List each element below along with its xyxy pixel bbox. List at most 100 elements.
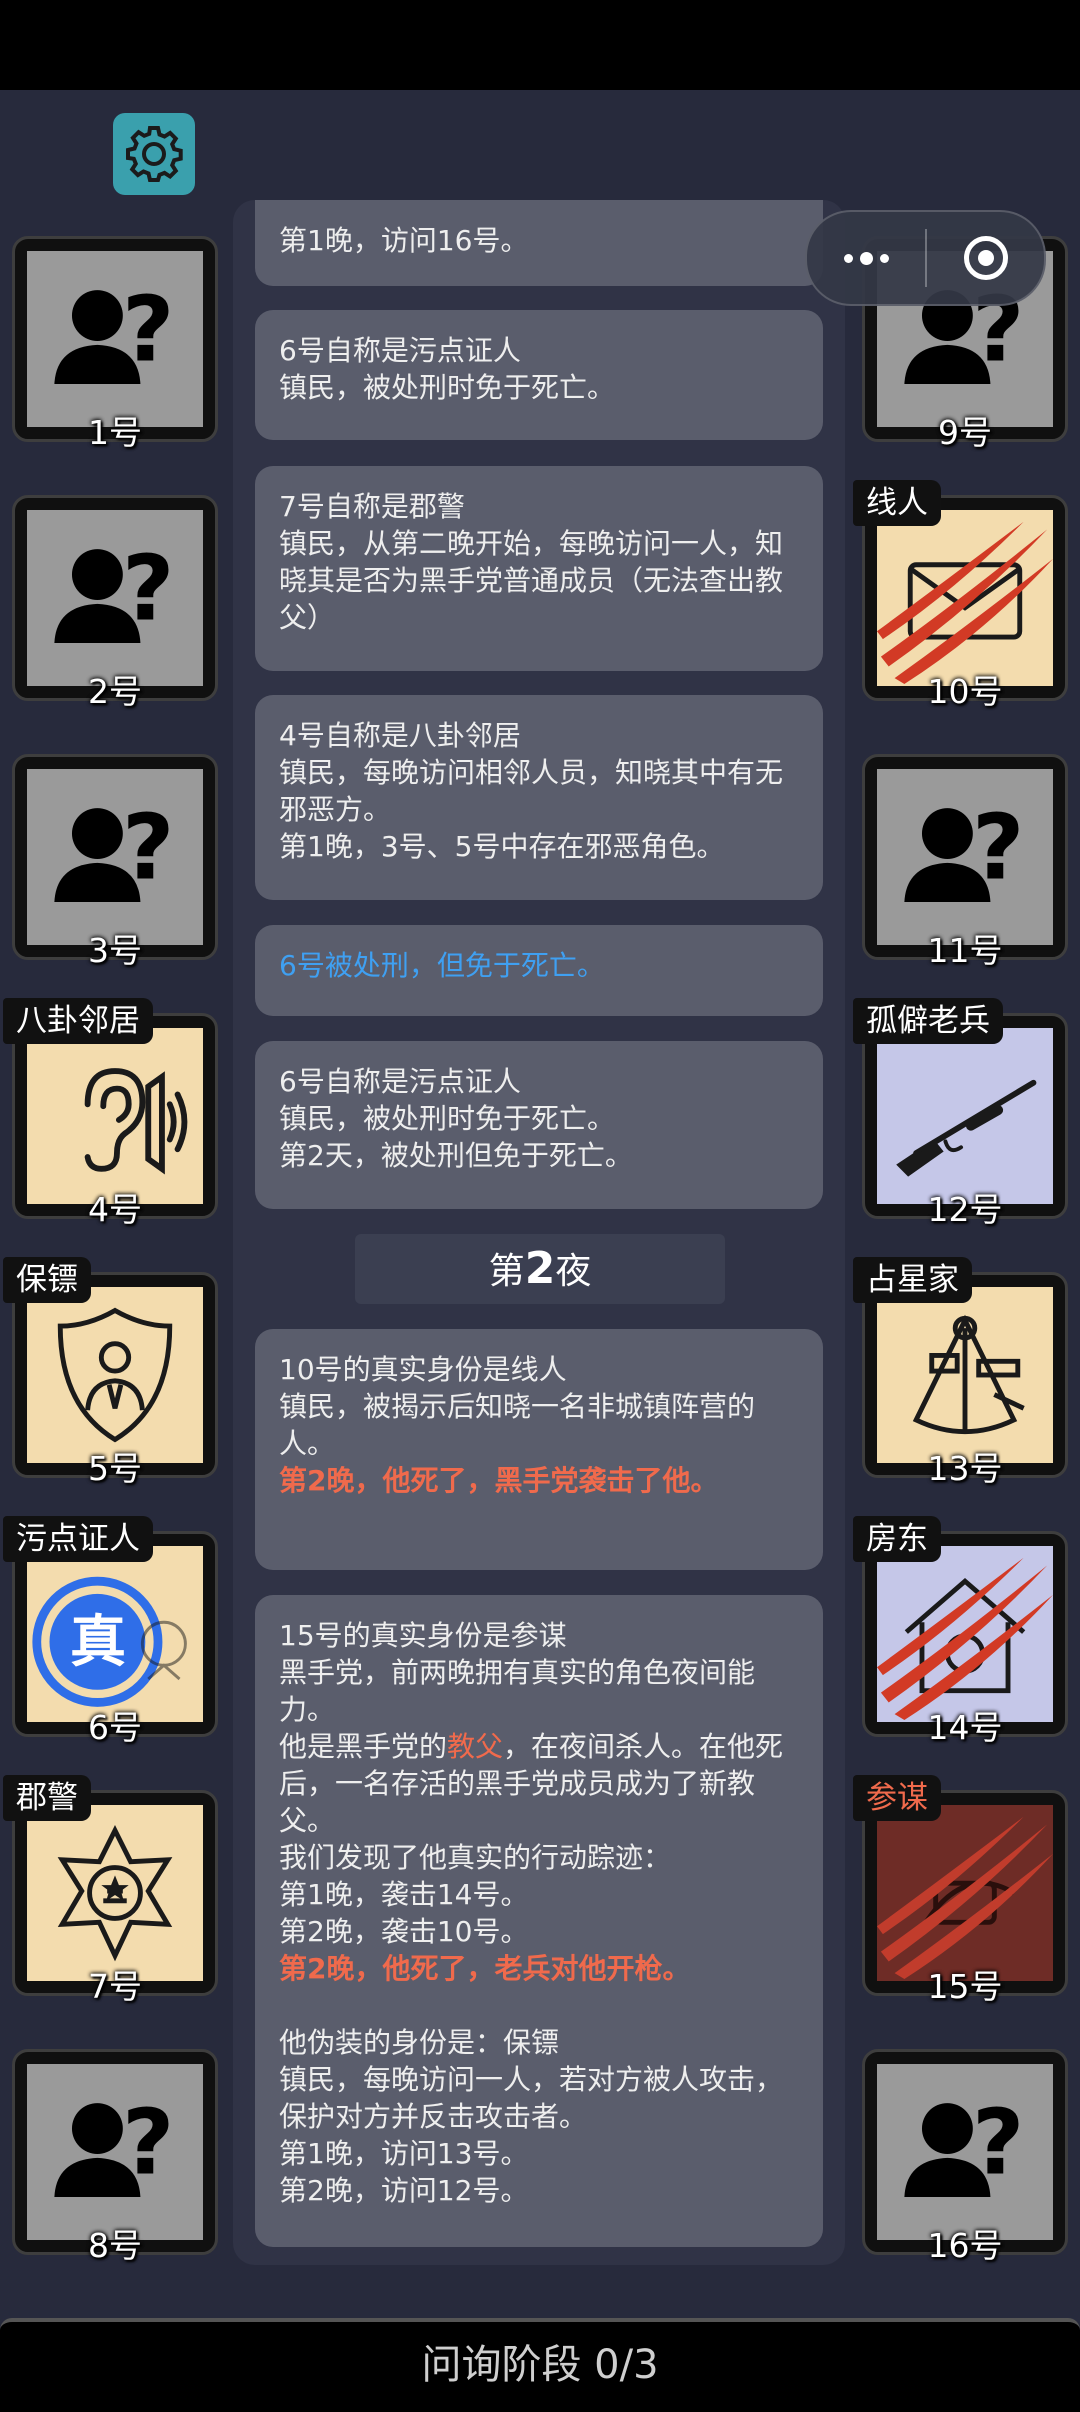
unknown-person-icon: ? <box>54 797 174 902</box>
envelope-claw-icon <box>877 521 1053 685</box>
player-slot-4[interactable]: 4号 八卦邻居 <box>3 998 218 1229</box>
svg-text:?: ? <box>122 538 174 642</box>
role-tag: 污点证人 <box>3 1516 153 1562</box>
log-line: 第1晚，3号、5号中存在邪恶角色。 <box>279 830 725 863</box>
player-slot-11[interactable]: ? 11号 <box>862 754 1068 970</box>
more-button[interactable] <box>807 212 925 304</box>
log-line: 第2天，被处刑但免于死亡。 <box>279 1139 633 1172</box>
log-card: 10号的真实身份是线人 镇民，被揭示后知晓一名非城镇阵营的人。 第2晚，他死了，… <box>255 1329 823 1570</box>
player-number: 12号 <box>927 1190 1003 1229</box>
unknown-person-icon: ? <box>904 2092 1024 2197</box>
player-slot-12[interactable]: 12号 孤僻老兵 <box>853 998 1068 1229</box>
svg-text:?: ? <box>972 2092 1024 2196</box>
log-line: 6号被处刑，但免于死亡。 <box>279 949 605 982</box>
log-card: 第1晚，访问16号。 <box>255 200 823 286</box>
log-card: 6号被处刑，但免于死亡。 <box>255 925 823 1016</box>
player-number: 15号 <box>927 1967 1003 2006</box>
true-stamp-label: 真 <box>70 1610 126 1675</box>
log-card: 15号的真实身份是参谋 黑手党，前两晚拥有真实的角色夜间能力。 他是黑手党的教父… <box>255 1595 823 2247</box>
log-line: 镇民，被处刑时免于死亡。 <box>279 1102 616 1135</box>
role-tag: 参谋 <box>853 1775 941 1821</box>
player-number: 6号 <box>88 1708 142 1747</box>
svg-text:?: ? <box>972 797 1024 901</box>
player-slot-8[interactable]: ? 8号 <box>12 2049 218 2265</box>
game-log-panel[interactable]: 第1晚，访问16号。 6号自称是污点证人 镇民，被处刑时免于死亡。 7号自称是郡… <box>233 200 845 2265</box>
log-card: 7号自称是郡警 镇民，从第二晚开始，每晚访问一人，知晓其是否为黑手党普通成员（无… <box>255 466 823 671</box>
sextant-icon <box>912 1314 1025 1435</box>
role-tag: 线人 <box>853 480 941 526</box>
player-slot-10[interactable]: 10号 线人 <box>853 480 1068 711</box>
player-number: 9号 <box>938 413 992 452</box>
sheriff-badge-icon <box>57 1824 173 1962</box>
player-number: 13号 <box>927 1449 1003 1488</box>
night-number: 2 <box>524 1243 556 1294</box>
player-number: 8号 <box>88 2226 142 2265</box>
player-slot-6[interactable]: 真 6号 污点证人 <box>3 1516 218 1747</box>
player-slot-2[interactable]: ? 2号 <box>12 495 218 711</box>
more-dots-icon <box>843 251 889 265</box>
role-tag: 房东 <box>853 1516 941 1562</box>
player-number: 3号 <box>88 931 142 970</box>
log-line: 镇民，每晚访问相邻人员，知晓其中有无邪恶方。 <box>279 756 784 826</box>
status-bar <box>0 0 1080 90</box>
player-slot-5[interactable]: 5号 保镖 <box>3 1257 218 1488</box>
player-slot-13[interactable]: 13号 占星家 <box>853 1257 1068 1488</box>
close-button[interactable] <box>927 212 1044 304</box>
unknown-person-icon: ? <box>904 797 1024 902</box>
ear-sound-icon <box>84 1068 188 1175</box>
log-card: 6号自称是污点证人 镇民，被处刑时免于死亡。 <box>255 310 823 440</box>
player-number: 2号 <box>88 672 142 711</box>
role-tag: 郡警 <box>3 1775 91 1821</box>
role-tag: 八卦邻居 <box>3 998 153 1044</box>
player-number: 5号 <box>88 1449 142 1488</box>
log-line: 镇民，被揭示后知晓一名非城镇阵营的人。 <box>279 1390 756 1460</box>
player-slot-7[interactable]: 7号 郡警 <box>3 1775 218 2006</box>
gear-icon <box>126 126 183 182</box>
night-prefix: 第 <box>488 1251 525 1292</box>
mini-program-capsule <box>805 210 1046 306</box>
rifle-icon <box>896 1079 1037 1177</box>
record-icon <box>963 236 1008 280</box>
log-line: 第2晚，他死了，黑手党袭击了他。 <box>279 1464 719 1497</box>
log-line: 第2晚，访问12号。 <box>279 2174 529 2207</box>
night-header: 第2夜 <box>355 1234 725 1304</box>
log-line: 6号自称是污点证人 <box>279 1065 521 1098</box>
log-line: 10号的真实身份是线人 <box>279 1353 567 1386</box>
claw-icon <box>877 1816 1053 1980</box>
log-text: 他是黑手党的 <box>279 1730 448 1763</box>
godfather-highlight: 教父 <box>447 1730 504 1763</box>
svg-text:?: ? <box>122 2092 174 2196</box>
phase-bar: 问询阶段 0/3 <box>0 2318 1080 2412</box>
log-line: 镇民，从第二晚开始，每晚访问一人，知晓其是否为黑手党普通成员（无法查出教父） <box>279 527 784 634</box>
log-line: 第1晚，袭击14号。 <box>279 1878 529 1911</box>
log-line: 镇民，每晚访问一人，若对方被人攻击，保护对方并反击攻击者。 <box>279 2063 784 2133</box>
log-line: 黑手党，前两晚拥有真实的角色夜间能力。 <box>279 1656 756 1726</box>
settings-button[interactable] <box>113 113 195 195</box>
night-suffix: 夜 <box>555 1251 592 1292</box>
player-number: 11号 <box>927 931 1003 970</box>
unknown-person-icon: ? <box>54 538 174 643</box>
role-tag: 占星家 <box>853 1257 972 1303</box>
player-number: 4号 <box>88 1190 142 1229</box>
log-line: 4号自称是八卦邻居 <box>279 719 521 752</box>
player-slot-14[interactable]: 14号 房东 <box>853 1516 1068 1747</box>
player-slot-1[interactable]: ? 1号 <box>12 236 218 452</box>
svg-text:?: ? <box>122 279 174 383</box>
log-line: 第2晚，他死了，老兵对他开枪。 <box>279 1952 691 1985</box>
log-line: 镇民，被处刑时免于死亡。 <box>279 371 616 404</box>
log-card: 6号自称是污点证人 镇民，被处刑时免于死亡。 第2天，被处刑但免于死亡。 <box>255 1041 823 1209</box>
log-line: 我们发现了他真实的行动踪迹： <box>279 1841 672 1874</box>
unknown-person-icon: ? <box>54 279 174 384</box>
player-slot-3[interactable]: ? 3号 <box>12 754 218 970</box>
log-spacer <box>279 1987 799 2024</box>
house-claw-icon <box>877 1557 1053 1721</box>
player-slot-15[interactable]: 15号 参谋 <box>853 1775 1068 2006</box>
unknown-person-icon: ? <box>54 2092 174 2197</box>
svg-text:?: ? <box>122 797 174 901</box>
log-line: 他是黑手党的教父，在夜间杀人。在他死后，一名存活的黑手党成员成为了新教父。 <box>279 1728 799 1839</box>
log-card: 4号自称是八卦邻居 镇民，每晚访问相邻人员，知晓其中有无邪恶方。 第1晚，3号、… <box>255 695 823 900</box>
player-slot-16[interactable]: ? 16号 <box>862 2049 1068 2265</box>
player-number: 16号 <box>927 2226 1003 2265</box>
bodyguard-shield-icon <box>57 1307 173 1443</box>
player-number: 14号 <box>927 1708 1003 1747</box>
